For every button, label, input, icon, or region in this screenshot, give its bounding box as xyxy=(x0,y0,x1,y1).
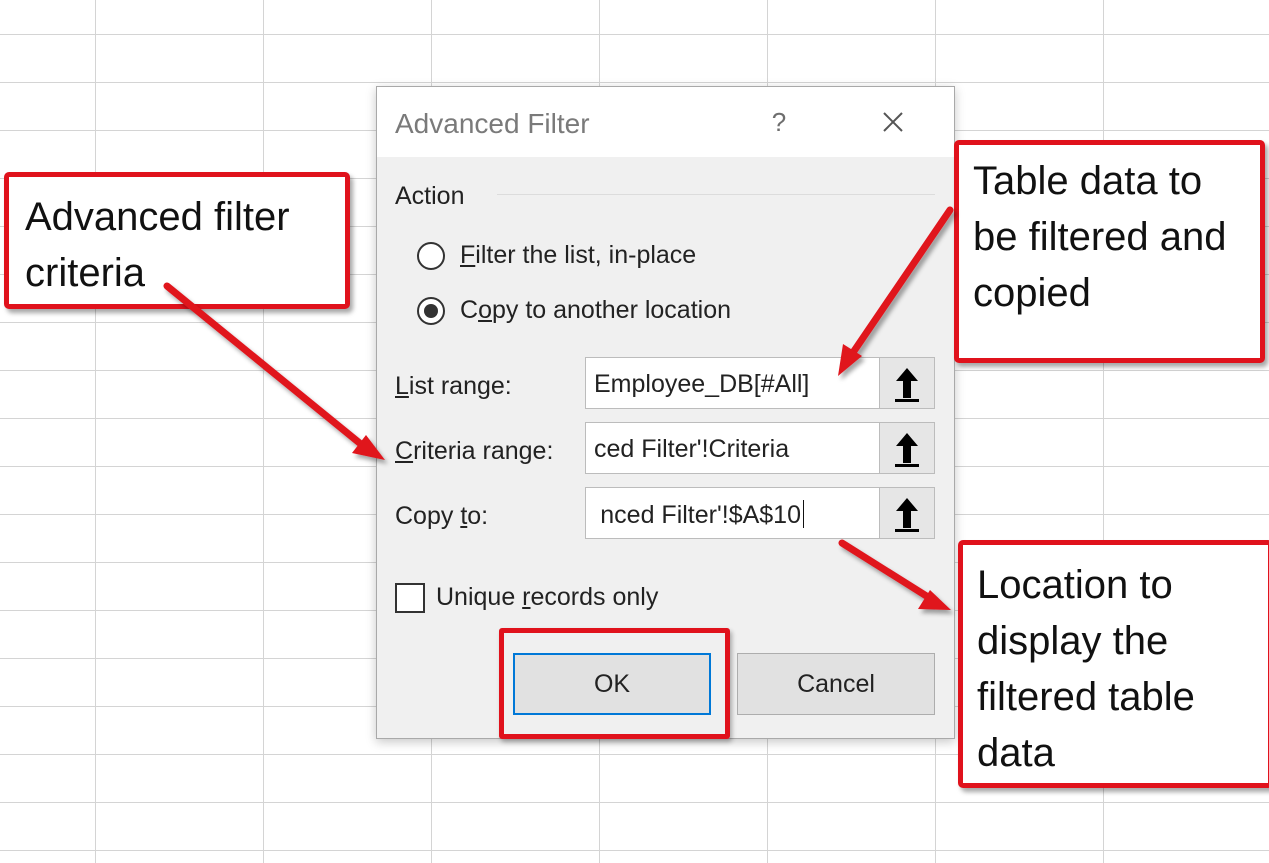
callout-line: Table data to xyxy=(973,159,1203,203)
unique-records-label: Unique records only xyxy=(436,583,659,611)
copy-to-label: Copy to: xyxy=(395,502,489,530)
callout-line: criteria xyxy=(25,251,146,295)
callout-line: Advanced filter xyxy=(25,195,290,239)
action-group-label: Action xyxy=(395,182,465,210)
criteria-range-collapse-button[interactable] xyxy=(880,422,935,474)
close-icon xyxy=(883,112,903,132)
up-arrow-icon xyxy=(895,368,919,402)
list-range-value: Employee_DB[#All] xyxy=(594,370,810,398)
copy-to-input[interactable]: nced Filter'!$A$10 xyxy=(585,487,880,539)
dialog-title: Advanced Filter xyxy=(395,108,590,139)
callout-line: copied xyxy=(973,271,1091,315)
close-button[interactable] xyxy=(876,105,910,139)
dialog-titlebar: Advanced Filter ? xyxy=(377,87,954,157)
up-arrow-icon xyxy=(895,433,919,467)
callout-line: data xyxy=(977,731,1055,775)
callout-line: be filtered and xyxy=(973,215,1227,259)
radio-label: Filter the list, in-place xyxy=(460,241,697,269)
list-range-input[interactable]: Employee_DB[#All] xyxy=(585,357,880,409)
copy-to-value: nced Filter'!$A$10 xyxy=(600,500,804,530)
up-arrow-icon xyxy=(895,498,919,532)
callout-line: display the xyxy=(977,619,1169,663)
criteria-range-label: Criteria range: xyxy=(395,437,554,465)
radio-button-selected[interactable] xyxy=(417,297,445,325)
cancel-button[interactable]: Cancel xyxy=(737,653,935,715)
help-button[interactable]: ? xyxy=(763,105,795,139)
criteria-callout: Advanced filter criteria xyxy=(4,172,350,309)
text-caret xyxy=(803,500,804,528)
ok-highlight-box xyxy=(499,628,730,739)
group-divider xyxy=(497,194,935,195)
criteria-range-value: ced Filter'!Criteria xyxy=(594,435,790,463)
location-callout: Location to display the filtered table d… xyxy=(958,540,1269,788)
list-range-label: List range: xyxy=(395,372,512,400)
copy-to-collapse-button[interactable] xyxy=(880,487,935,539)
radio-button[interactable] xyxy=(417,242,445,270)
callout-line: Location to xyxy=(977,563,1173,607)
criteria-range-input[interactable]: ced Filter'!Criteria xyxy=(585,422,880,474)
unique-records-checkbox[interactable] xyxy=(395,583,425,613)
radio-label: Copy to another location xyxy=(460,296,732,324)
callout-line: filtered table xyxy=(977,675,1195,719)
table-data-callout: Table data to be filtered and copied xyxy=(954,140,1265,363)
list-range-collapse-button[interactable] xyxy=(880,357,935,409)
